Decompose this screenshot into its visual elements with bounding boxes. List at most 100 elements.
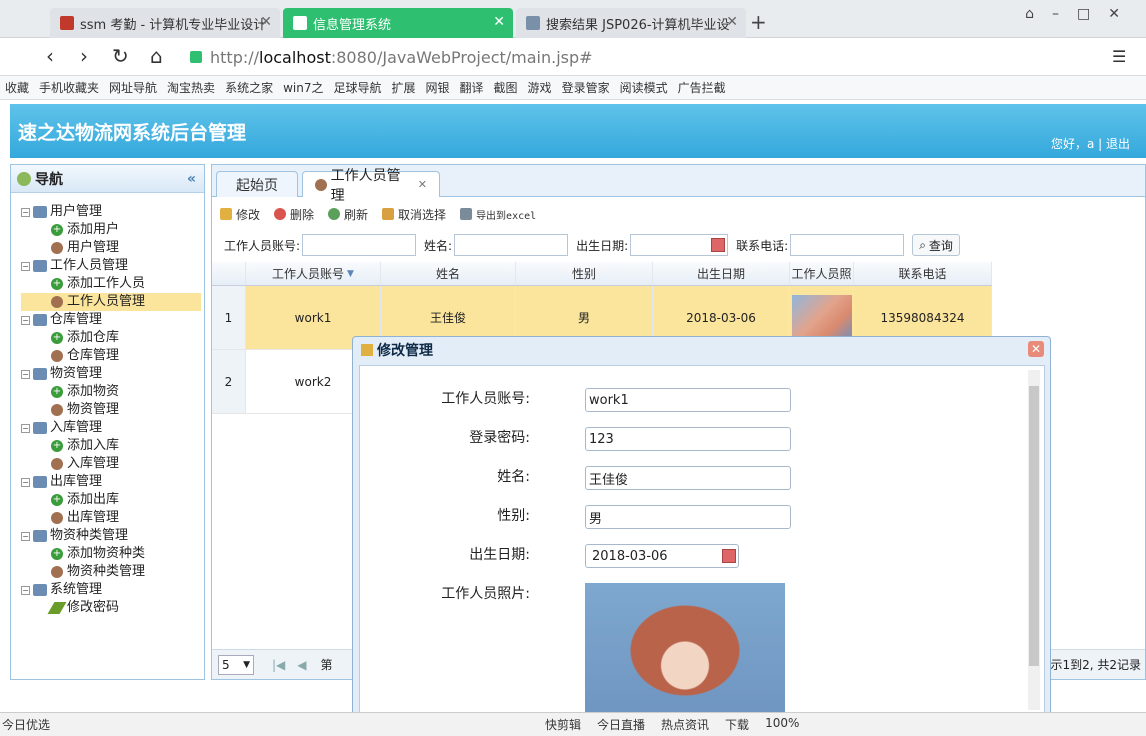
collapse-toggle-icon[interactable]: − (21, 261, 30, 271)
close-tab-icon[interactable]: ✕ (260, 14, 272, 30)
nav-group[interactable]: − 物资管理 (21, 365, 201, 383)
bookmark-item[interactable]: win7之 (283, 79, 323, 96)
column-header[interactable]: 联系电话 (854, 262, 992, 285)
nav-item[interactable]: 用户管理 (21, 239, 201, 257)
calendar-icon[interactable] (722, 549, 736, 563)
bookmark-item[interactable]: 淘宝热卖 (167, 79, 215, 96)
refresh-button[interactable]: 刷新 (328, 206, 368, 223)
export-excel-button[interactable]: 导出到excel (460, 207, 536, 222)
status-item[interactable]: 100% (765, 716, 799, 733)
page-size-select[interactable]: 5 ▼ (218, 654, 254, 675)
tab-home[interactable]: 起始页 (216, 171, 298, 197)
bookmark-item[interactable]: 收藏 (5, 79, 29, 96)
bookmark-item[interactable]: 登录管家 (562, 79, 610, 96)
column-header[interactable]: 工作人员照 (790, 262, 854, 285)
reload-icon[interactable]: ↻ (112, 44, 129, 68)
nav-group[interactable]: − 工作人员管理 (21, 257, 201, 275)
name-search-input[interactable] (454, 234, 569, 256)
nav-group[interactable]: − 入库管理 (21, 419, 201, 437)
browser-tab-active[interactable]: 信息管理系统 ✕ (283, 8, 513, 38)
nav-item[interactable]: + 添加仓库 (21, 329, 201, 347)
scrollbar-thumb[interactable] (1029, 386, 1039, 666)
nav-item[interactable]: 工作人员管理 (21, 293, 201, 311)
nav-group[interactable]: − 用户管理 (21, 203, 201, 221)
nav-item[interactable]: + 添加用户 (21, 221, 201, 239)
bookmark-item[interactable]: 阅读模式 (620, 79, 668, 96)
password-field[interactable]: 123 (585, 427, 791, 451)
birth-search-input[interactable] (630, 234, 729, 256)
bookmark-item[interactable]: 系统之家 (225, 79, 273, 96)
bookmark-item[interactable]: 扩展 (391, 79, 415, 96)
user-greeting-logout[interactable]: 您好，a | 退出 (1051, 135, 1130, 152)
nav-item[interactable]: 仓库管理 (21, 347, 201, 365)
bookmark-item[interactable]: 网址导航 (109, 79, 157, 96)
calendar-icon[interactable] (711, 238, 726, 252)
column-header[interactable]: 工作人员账号 ▼ (246, 262, 381, 285)
back-icon[interactable]: ‹ (46, 44, 54, 68)
nav-group[interactable]: − 出库管理 (21, 473, 201, 491)
collapse-icon[interactable]: « (187, 171, 196, 187)
close-tab-icon[interactable]: ✕ (493, 14, 505, 30)
close-tab-icon[interactable]: ✕ (726, 14, 738, 30)
browser-tab[interactable]: ssm 考勤 - 计算机专业毕业设计 ✕ (50, 8, 280, 38)
address-bar[interactable]: http:// localhost :8080/JavaWebProject/m… (190, 44, 940, 70)
account-search-input[interactable] (302, 234, 417, 256)
window-controls[interactable]: ⌂–□✕ (1025, 6, 1138, 22)
column-header[interactable]: 出生日期 (653, 262, 790, 285)
search-button[interactable]: ⌕ 查询 (912, 234, 960, 256)
nav-group[interactable]: − 物资种类管理 (21, 527, 201, 545)
name-field[interactable]: 王佳俊 (585, 466, 791, 490)
status-item[interactable]: 热点资讯 (661, 716, 709, 733)
nav-item[interactable]: + 添加工作人员 (21, 275, 201, 293)
sex-field[interactable]: 男 (585, 505, 791, 529)
status-item[interactable]: 今日直播 (597, 716, 645, 733)
home-icon[interactable]: ⌂ (150, 44, 163, 68)
browser-tab[interactable]: 搜索结果 JSP026-计算机毕业设 ✕ (516, 8, 746, 38)
nav-item[interactable]: + 添加物资种类 (21, 545, 201, 563)
nav-item[interactable]: + 添加出库 (21, 491, 201, 509)
delete-button[interactable]: 删除 (274, 206, 314, 223)
bookmark-item[interactable]: 广告拦截 (678, 79, 726, 96)
nav-item[interactable]: 出库管理 (21, 509, 201, 527)
collapse-toggle-icon[interactable]: − (21, 315, 30, 325)
collapse-toggle-icon[interactable]: − (21, 423, 30, 433)
bookmark-item[interactable]: 翻译 (460, 79, 484, 96)
tab-staff-management[interactable]: 工作人员管理 ✕ (302, 168, 440, 204)
new-tab-icon[interactable]: + (750, 10, 767, 34)
collapse-toggle-icon[interactable]: − (21, 585, 30, 595)
nav-item[interactable]: 物资管理 (21, 401, 201, 419)
collapse-toggle-icon[interactable]: − (21, 207, 30, 217)
status-item[interactable]: 下载 (725, 716, 749, 733)
bookmark-item[interactable]: 足球导航 (333, 79, 381, 96)
nav-item[interactable]: 物资种类管理 (21, 563, 201, 581)
bookmark-item[interactable]: 游戏 (528, 79, 552, 96)
first-page-icon[interactable]: |◀ (272, 658, 285, 672)
edit-button[interactable]: 修改 (220, 206, 260, 223)
column-header[interactable]: 姓名 (381, 262, 516, 285)
cancel-select-button[interactable]: 取消选择 (382, 206, 446, 223)
nav-item[interactable]: + 添加入库 (21, 437, 201, 455)
nav-group[interactable]: − 仓库管理 (21, 311, 201, 329)
nav-item[interactable]: 入库管理 (21, 455, 201, 473)
collapse-toggle-icon[interactable]: − (21, 531, 30, 541)
bookmark-item[interactable]: 网银 (426, 79, 450, 96)
status-left[interactable]: 今日优选 (2, 716, 50, 733)
menu-icon[interactable]: ☰ (1112, 47, 1126, 66)
bookmark-item[interactable]: 截图 (494, 79, 518, 96)
close-icon[interactable]: ✕ (1028, 341, 1044, 357)
dialog-scrollbar[interactable] (1028, 370, 1040, 710)
close-tab-icon[interactable]: ✕ (418, 178, 427, 191)
collapse-toggle-icon[interactable]: − (21, 477, 30, 487)
bookmark-item[interactable]: 手机收藏夹 (39, 79, 99, 96)
column-header[interactable]: 性别 (516, 262, 653, 285)
nav-item[interactable]: 修改密码 (21, 599, 201, 617)
status-item[interactable]: 快剪辑 (545, 716, 581, 733)
forward-icon[interactable]: › (80, 44, 88, 68)
birth-date-field[interactable]: 2018-03-06 (585, 544, 739, 568)
nav-item[interactable]: + 添加物资 (21, 383, 201, 401)
account-field[interactable]: work1 (585, 388, 791, 412)
nav-group[interactable]: − 系统管理 (21, 581, 201, 599)
collapse-toggle-icon[interactable]: − (21, 369, 30, 379)
phone-search-input[interactable] (790, 234, 905, 256)
prev-page-icon[interactable]: ◀ (297, 658, 306, 672)
